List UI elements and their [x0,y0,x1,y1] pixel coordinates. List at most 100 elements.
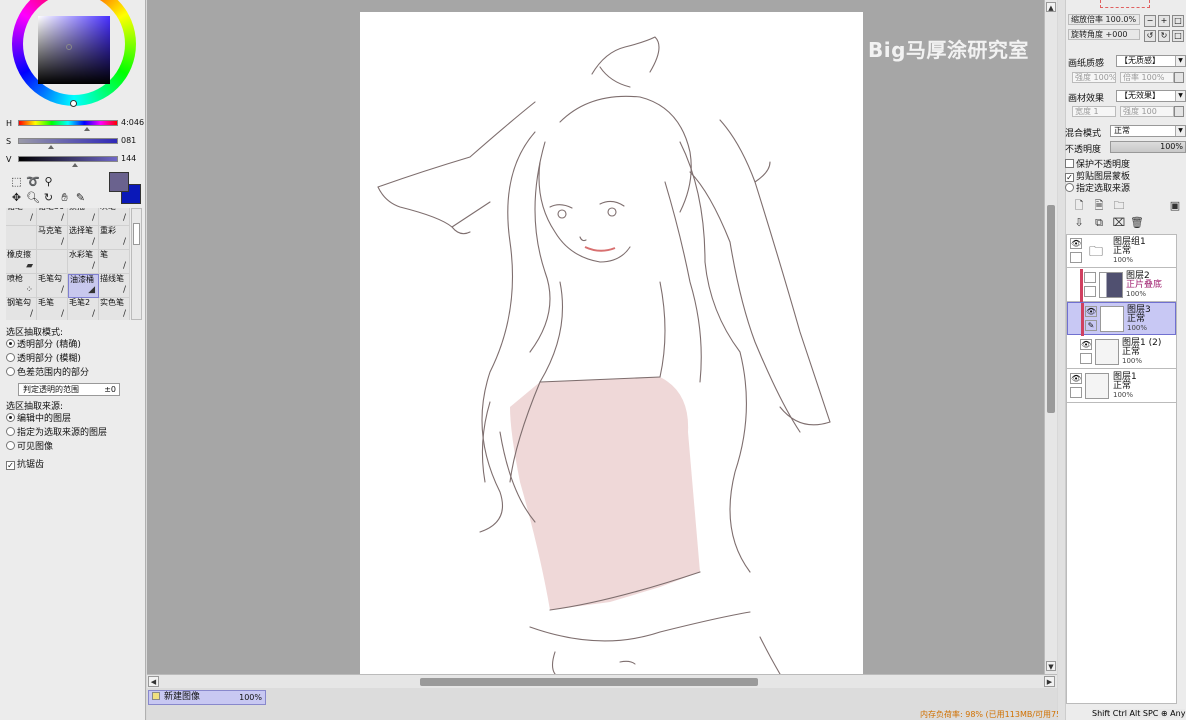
brush-scroll-thumb[interactable] [133,223,140,245]
scroll-left-icon[interactable]: ◀ [148,676,159,687]
check-icon[interactable]: ✓ [6,461,15,470]
new-vector-layer-icon[interactable]: 🗎 [1092,199,1106,213]
h-slider-handle[interactable] [84,127,90,131]
brush-slot[interactable]: 油漆桶 ◢ [68,274,99,298]
angle-field[interactable]: 旋转角度 +000 [1068,29,1140,40]
h-slider[interactable]: H 4:046 [0,117,146,131]
brush-slot[interactable]: 重彩 / [99,226,130,250]
mode-option-blur[interactable]: 透明部分 (模糊) [6,353,81,365]
zoom-icon[interactable]: 🔍︎ [26,191,40,204]
radio-icon[interactable] [6,367,15,376]
radio-icon[interactable] [1065,183,1074,192]
zoom-reset-icon[interactable]: □ [1172,15,1184,27]
brush-slot[interactable]: 灰笔/ [99,208,130,226]
v-slider[interactable]: V 144 [0,153,146,167]
brush-slot[interactable]: 毛笔2/ [68,298,99,320]
magic-wand-icon[interactable]: ⚲ [42,175,55,188]
hue-cursor[interactable] [70,100,77,107]
brush-slot[interactable]: 橡皮擦 ▰ [6,250,37,274]
copy-layer-icon[interactable]: ⧉ [1092,216,1106,230]
s-slider-handle[interactable] [48,145,54,149]
brush-scrollbar[interactable] [131,208,142,320]
radio-icon[interactable] [6,353,15,362]
horizontal-scroll-thumb[interactable] [420,678,758,686]
color-wheel[interactable] [8,0,138,112]
horizontal-scrollbar[interactable]: ◀ ▶ [147,674,1057,688]
source-option-designated[interactable]: 指定为选取来源的图层 [6,427,107,439]
rotate-left-icon[interactable]: ↺ [1144,30,1156,42]
canvas-workspace[interactable] [147,0,1044,674]
zoom-minus-icon[interactable]: − [1144,15,1156,27]
pen-icon[interactable]: ✎ [1085,320,1097,331]
rotate-icon[interactable]: ↻ [42,191,55,204]
clear-layer-icon[interactable]: ⌧ [1112,216,1126,230]
eye-icon[interactable] [1084,272,1096,283]
v-slider-bar[interactable] [18,156,118,162]
brush-slot[interactable]: 铅笔30/ [37,208,68,226]
layer-panel-menu-icon[interactable]: ▣ [1168,199,1182,213]
layer-item-3[interactable]: 👁 ✎ 图层3 正常 100% [1067,302,1176,336]
saturation-value-square[interactable] [38,16,110,84]
checkbox-icon[interactable] [1070,252,1082,263]
brush-slot[interactable]: 素描/ [68,208,99,226]
brush-slot[interactable]: 实色笔 / [99,298,130,320]
brush-slot[interactable]: 选择笔 / [68,226,99,250]
document-tab[interactable]: 新建图像 100% [148,690,266,705]
v-slider-handle[interactable] [72,163,78,167]
eye-icon[interactable]: 👁 [1085,306,1097,317]
opacity-slider[interactable]: 100% [1110,141,1186,153]
delete-layer-icon[interactable]: 🗑 [1130,216,1144,230]
antialias-checkbox[interactable]: ✓ 抗锯齿 [6,459,44,471]
source-option-current[interactable]: 编辑中的图层 [6,413,71,425]
brush-slot[interactable]: 马克笔 / [37,226,68,250]
checkbox-icon[interactable] [1084,286,1096,297]
layer-item-group1[interactable]: 👁 🗀 图层组1 正常 100% [1067,235,1176,268]
radio-icon[interactable] [6,339,15,348]
scroll-up-icon[interactable]: ▲ [1046,2,1056,12]
radio-icon[interactable] [6,441,15,450]
blend-mode-select[interactable]: 正常 ▼ [1110,125,1186,137]
brush-slot[interactable]: 笔 / [99,250,130,274]
select-source-checkbox[interactable]: 指定选取来源 [1065,181,1130,194]
brush-slot[interactable]: 毛笔 / [37,298,68,320]
eye-icon[interactable]: 👁 [1070,238,1082,249]
brush-slot[interactable]: 描线笔 / [99,274,130,298]
sv-cursor[interactable] [66,44,72,50]
scroll-down-icon[interactable]: ▼ [1046,661,1056,671]
rotate-right-icon[interactable]: ↻ [1158,30,1170,42]
drawing-canvas[interactable] [360,12,863,674]
zoom-field[interactable]: 缩放倍率 100.0% [1068,14,1140,25]
h-slider-bar[interactable] [18,120,118,126]
brush-slot[interactable]: 钢笔勾 / [6,298,37,320]
hand-icon[interactable]: ✋︎ [58,191,71,204]
material-effect-select[interactable]: 【无效果】 ▼ [1116,90,1186,102]
merge-down-icon[interactable]: ⇩ [1072,216,1086,230]
move-icon[interactable]: ✥ [10,191,23,204]
right-panel-scrollbar[interactable] [1058,0,1066,720]
mode-option-precise[interactable]: 透明部分 (精确) [6,339,81,351]
brush-slot[interactable]: 铅笔/ [6,208,37,226]
layer-item-1-copy[interactable]: 👁 图层1 (2) 正常 100% [1067,336,1176,369]
vertical-scrollbar[interactable]: ▲ ▼ [1044,0,1057,674]
eye-icon[interactable]: 👁 [1080,339,1092,350]
eye-icon[interactable]: 👁 [1070,373,1082,384]
source-option-visible[interactable]: 可见图像 [6,441,53,453]
brush-slot[interactable]: 喷枪 ⁘ [6,274,37,298]
s-slider[interactable]: S 081 [0,135,146,149]
vertical-scroll-thumb[interactable] [1047,205,1055,413]
layer-item-1[interactable]: 👁 图层1 正常 100% [1067,370,1176,403]
new-folder-icon[interactable]: 🗀 [1112,199,1126,213]
s-slider-bar[interactable] [18,138,118,144]
primary-color-swatch[interactable] [109,172,129,192]
paper-texture-select[interactable]: 【无质感】 ▼ [1116,55,1186,67]
brush-slot[interactable] [6,226,37,250]
select-rect-icon[interactable]: ⬚ [10,175,23,188]
checkbox-icon[interactable] [1065,159,1074,168]
radio-icon[interactable] [6,427,15,436]
scroll-right-icon[interactable]: ▶ [1044,676,1055,687]
transparency-range-field[interactable]: 判定透明的范围 ±0 [18,383,120,396]
checkbox-icon[interactable] [1080,353,1092,364]
brush-slot[interactable]: 毛笔勾 / [37,274,68,298]
lasso-icon[interactable]: ➰ [26,175,40,188]
eyedropper-icon[interactable]: ✎ [74,191,87,204]
